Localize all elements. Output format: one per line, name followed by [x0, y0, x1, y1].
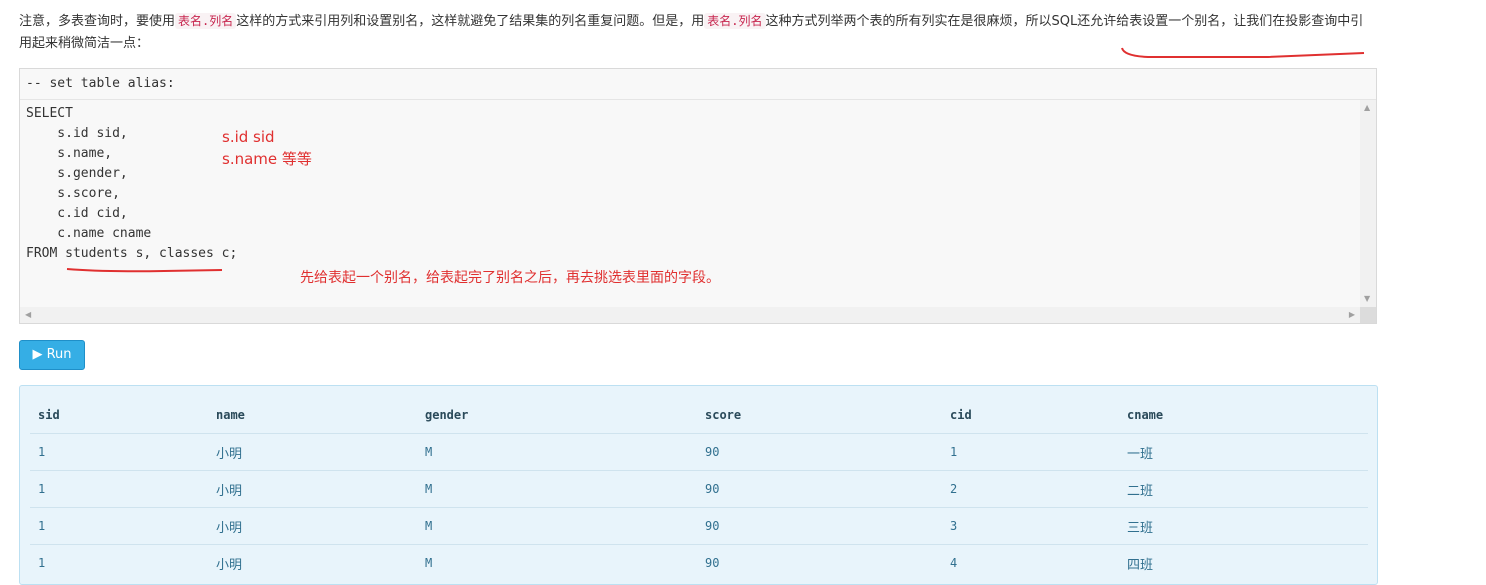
cell-score: 90	[697, 507, 942, 545]
column-header-score: score	[705, 407, 742, 422]
cell-sid: 1	[30, 433, 208, 471]
vertical-scrollbar[interactable]: ▲ ▼	[1360, 100, 1376, 307]
annotation-note-2: s.name 等等	[222, 150, 312, 168]
inline-code-1: 表名.列名	[175, 13, 237, 29]
column-header-cid: cid	[950, 407, 972, 422]
cell-cid: 3	[942, 507, 1119, 545]
cell-score: 90	[697, 544, 942, 581]
code-line: SELECT	[26, 106, 73, 121]
cell-sid: 1	[30, 470, 208, 508]
scroll-right-arrow-icon[interactable]: ▶	[1349, 311, 1355, 319]
table-row: 1 小明 M 90 3 三班	[30, 507, 1368, 545]
scroll-left-arrow-icon[interactable]: ◀	[25, 311, 31, 319]
editor-header: -- set table alias:	[20, 69, 1376, 100]
table-header-row: sid name gender score cid cname	[30, 396, 1368, 434]
cell-score: 90	[697, 433, 942, 471]
cell-cid: 1	[942, 433, 1119, 471]
cell-gender: M	[417, 470, 697, 508]
cell-cname: 四班	[1119, 544, 1368, 581]
code-line: c.id cid,	[26, 206, 128, 221]
annotation-note-1: s.id sid	[222, 128, 275, 146]
code-line: FROM students s, classes c;	[26, 246, 238, 261]
horizontal-scrollbar[interactable]: ◀ ▶	[20, 307, 1360, 323]
cell-cid: 4	[942, 544, 1119, 581]
annotation-underline-from	[66, 268, 223, 273]
inline-code-2: 表名.列名	[704, 13, 766, 29]
run-button[interactable]: ▶ Run	[19, 340, 85, 370]
scrollbar-corner	[1360, 307, 1376, 323]
table-row: 1 小明 M 90 4 四班	[30, 544, 1368, 581]
scroll-down-arrow-icon[interactable]: ▼	[1364, 295, 1370, 303]
table-row: 1 小明 M 90 1 一班	[30, 433, 1368, 471]
column-header-sid: sid	[38, 407, 60, 422]
cell-name: 小明	[208, 433, 417, 471]
cell-sid: 1	[30, 507, 208, 545]
cell-cname: 二班	[1119, 470, 1368, 508]
annotation-note-3: 先给表起一个别名，给表起完了别名之后，再去挑选表里面的字段。	[300, 270, 720, 286]
intro-text-2: 这样的方式来引用列和设置别名，这样就避免了结果集的列名重复问题。但是，用	[236, 14, 705, 29]
cell-cname: 一班	[1119, 433, 1368, 471]
code-line: s.score,	[26, 186, 120, 201]
intro-text-1: 注意，多表查询时，要使用	[19, 14, 176, 29]
cell-name: 小明	[208, 544, 417, 581]
result-table: sid name gender score cid cname 1 小明 M 9…	[30, 396, 1368, 581]
table-row: 1 小明 M 90 2 二班	[30, 470, 1368, 508]
cell-cname: 三班	[1119, 507, 1368, 545]
cell-sid: 1	[30, 544, 208, 581]
result-panel: sid name gender score cid cname 1 小明 M 9…	[19, 385, 1378, 585]
cell-name: 小明	[208, 507, 417, 545]
cell-score: 90	[697, 470, 942, 508]
code-line: c.name cname	[26, 226, 152, 241]
cell-name: 小明	[208, 470, 417, 508]
cell-gender: M	[417, 433, 697, 471]
cell-gender: M	[417, 544, 697, 581]
cell-gender: M	[417, 507, 697, 545]
cell-cid: 2	[942, 470, 1119, 508]
column-header-cname: cname	[1127, 407, 1164, 422]
annotation-underline-top	[1121, 47, 1365, 58]
scroll-up-arrow-icon[interactable]: ▲	[1364, 104, 1370, 112]
column-header-name: name	[216, 407, 245, 422]
column-header-gender: gender	[425, 407, 469, 422]
